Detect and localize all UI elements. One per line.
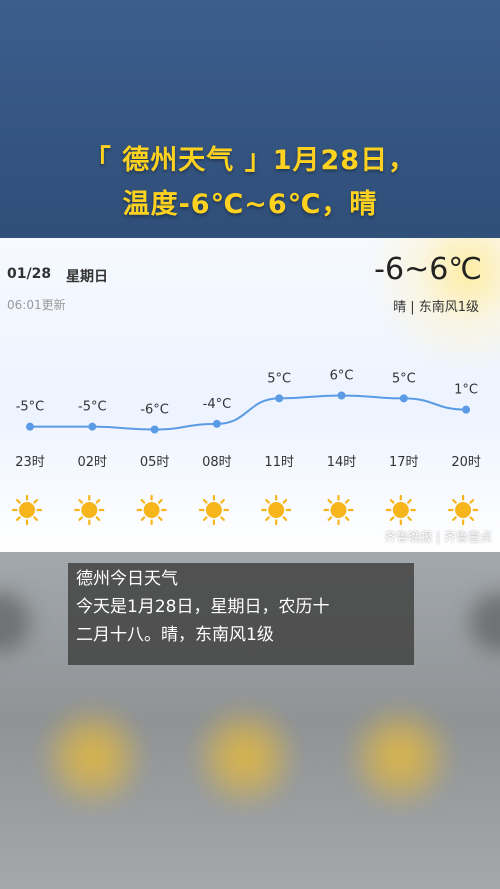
caption-line-2: 二月十八。晴，东南风1级 — [76, 625, 274, 645]
blurred-shape — [470, 592, 500, 652]
blurred-sun-icon — [345, 702, 455, 812]
sun-icon — [198, 494, 229, 526]
temperature-label: 5°C — [267, 371, 291, 386]
temperature-label: -6°C — [140, 403, 169, 418]
temperature-point — [275, 394, 284, 403]
temperature-point — [462, 405, 471, 414]
blurred-sun-icon — [38, 702, 148, 812]
sun-icon — [323, 494, 354, 526]
watermark: 齐鲁晚报 | 齐鲁壹点 — [384, 530, 492, 544]
hour-label: 23时 — [15, 455, 45, 470]
temperature-label: 1°C — [454, 383, 478, 398]
hourly-temperature-chart: -5°C 23时 -5°C 02时 -6°C 05时 -4°C 08时 5°C 11时 6°C 14时… — [11, 369, 481, 526]
caption-line-1: 今天是1月28日，星期日，农历十 — [76, 597, 330, 617]
headline-line-2: 温度-6℃~6℃，晴 — [122, 189, 378, 220]
sun-icon — [74, 494, 105, 526]
weather-card: 01/28 星期日 06:01更新 -6~6℃ 晴 | 东南风1级 -5°C 23… — [0, 238, 500, 552]
temperature-label: -4°C — [203, 397, 232, 412]
temperature-label: -5°C — [78, 400, 107, 415]
headline-line-1: 「 德州天气 」1月28日， — [83, 145, 417, 176]
blurred-shape — [0, 592, 30, 652]
caption-title: 德州今日天气 — [76, 569, 178, 589]
temperature-label: 6°C — [330, 369, 354, 384]
hour-label: 05时 — [140, 455, 170, 470]
temperature-point — [88, 422, 97, 431]
hour-label: 08时 — [202, 455, 232, 470]
blurred-sun-icon — [190, 702, 300, 812]
hour-label: 14时 — [327, 455, 357, 470]
sun-icon — [11, 494, 43, 526]
sun-icon — [385, 494, 416, 526]
sun-icon — [261, 494, 292, 526]
temperature-label: -5°C — [16, 400, 45, 415]
hour-label: 17时 — [389, 455, 419, 470]
temperature-point — [26, 422, 34, 431]
temperature-point — [399, 394, 408, 403]
temperature-point — [337, 391, 346, 400]
temperature-point — [150, 425, 159, 434]
sun-icon — [448, 494, 479, 526]
hour-label: 02时 — [78, 455, 108, 470]
temperature-point — [212, 419, 221, 428]
hour-label: 11时 — [264, 455, 294, 470]
hour-label: 20时 — [451, 455, 481, 470]
sun-icon — [136, 494, 167, 526]
temperature-label: 5°C — [392, 371, 416, 386]
caption-box: 德州今日天气 今天是1月28日，星期日，农历十 二月十八。晴，东南风1级 — [68, 563, 414, 665]
